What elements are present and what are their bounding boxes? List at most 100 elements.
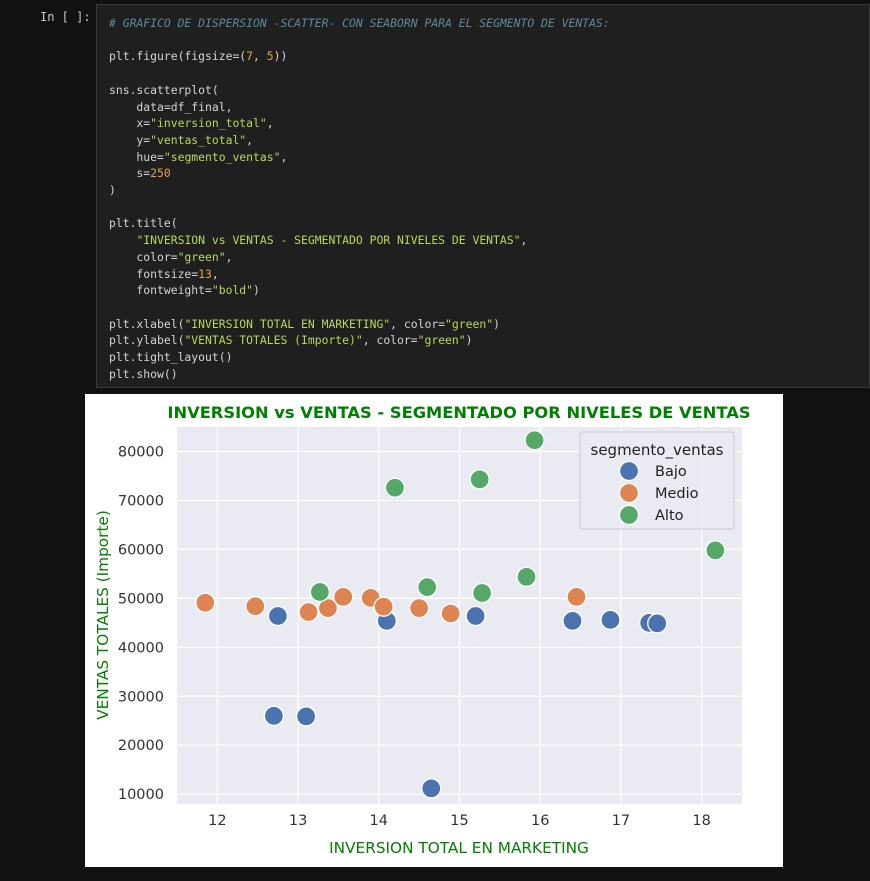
code-token: # GRAFICO DE DISPERSION -SCATTER- CON SE… xyxy=(109,16,610,30)
data-point-medio xyxy=(408,598,430,619)
data-point-bajo xyxy=(263,705,285,727)
code-token: )) xyxy=(273,49,288,64)
code-token: plt.show() xyxy=(109,366,178,381)
code-token: "segmento_ventas" xyxy=(163,149,281,164)
code-token: "ventas_total" xyxy=(150,132,247,147)
code-token: , color= xyxy=(390,316,446,331)
code-line: color="green", xyxy=(109,250,232,264)
x-tick-label: 13 xyxy=(289,813,307,829)
legend-marker-alto xyxy=(618,504,640,526)
code-line: fontsize=13, xyxy=(109,266,218,281)
cell-prompt: In [ ]: xyxy=(40,10,91,24)
data-point-medio xyxy=(245,596,266,617)
y-axis-label: VENTAS TOTALES (Importe) xyxy=(94,510,112,720)
code-line: sns.scatterplot( xyxy=(109,83,219,97)
code-token: "VENTAS TOTALES (Importe)" xyxy=(184,333,363,348)
data-point-alto xyxy=(309,581,331,603)
code-token: "green" xyxy=(445,316,494,331)
code-token: hue= xyxy=(109,149,164,164)
data-point-medio xyxy=(195,592,216,613)
code-token: data=df_final, xyxy=(109,99,233,114)
code-token: ) xyxy=(253,283,260,298)
code-token: x= xyxy=(109,116,151,131)
code-line: fontweight="bold") xyxy=(109,283,260,298)
legend-label-bajo: Bajo xyxy=(655,464,687,480)
y-tick-label: 50000 xyxy=(118,591,164,607)
code-token: fontweight= xyxy=(109,283,212,298)
data-point-medio xyxy=(373,596,394,617)
code-line: "INVERSION vs VENTAS - SEGMENTADO POR NI… xyxy=(109,233,527,247)
y-tick-label: 80000 xyxy=(118,444,164,460)
legend-label-medio: Medio xyxy=(655,486,699,502)
code-token: fontsize= xyxy=(109,266,199,281)
data-point-medio xyxy=(566,586,587,608)
data-point-alto xyxy=(471,582,493,604)
cell-output: 12 13 14 15 16 17 18 10000 20000 30000 40000 50000… xyxy=(85,394,783,867)
y-tick-label: 20000 xyxy=(118,738,164,754)
code-line: plt.figure(figsize=(7, 5)) xyxy=(109,49,287,63)
data-point-bajo xyxy=(295,706,317,727)
data-point-alto xyxy=(524,430,545,451)
code-token: ) xyxy=(109,183,116,198)
code-token: 5 xyxy=(266,49,274,64)
y-tick-label: 10000 xyxy=(118,787,164,803)
data-point-medio xyxy=(333,586,354,608)
code-token: plt.tight_layout() xyxy=(109,350,233,365)
data-point-alto xyxy=(384,477,406,498)
x-tick-label: 12 xyxy=(208,813,226,829)
x-tick-label: 15 xyxy=(450,813,468,829)
code-token: , xyxy=(246,132,254,147)
x-tick-label: 17 xyxy=(612,813,630,829)
code-token: "green" xyxy=(417,333,466,348)
y-tick-label: 30000 xyxy=(118,689,164,705)
code-token: , xyxy=(520,233,528,248)
code-line: plt.ylabel("VENTAS TOTALES (Importe)", c… xyxy=(109,333,473,347)
data-point-alto xyxy=(516,566,537,587)
code-token: "bold" xyxy=(211,283,254,298)
code-token: plt.figure(figsize=( xyxy=(109,49,247,64)
code-line: x="inversion_total", xyxy=(109,116,274,131)
code-line: s=250 xyxy=(109,166,171,181)
data-point-medio xyxy=(298,601,319,623)
code-line: ) xyxy=(109,183,116,197)
scatter-chart: 12 13 14 15 16 17 18 10000 20000 30000 40000 50000… xyxy=(94,403,751,857)
x-tick-label: 18 xyxy=(692,813,710,829)
legend-label-alto: Alto xyxy=(655,508,684,524)
data-point-medio xyxy=(440,603,461,624)
y-tick-labels: 10000 20000 30000 40000 50000 60000 70000 80000 xyxy=(118,444,164,803)
code-line: plt.title( xyxy=(109,216,178,230)
x-tick-labels: 12 13 14 15 16 17 18 xyxy=(208,813,711,829)
data-point-bajo xyxy=(562,610,583,632)
code-cell[interactable]: # GRAFICO DE DISPERSION -SCATTER- CON SE… xyxy=(96,4,870,388)
legend-title: segmento_ventas xyxy=(591,441,724,460)
data-point-bajo xyxy=(647,613,668,634)
data-point-alto xyxy=(469,469,490,490)
code-token: 250 xyxy=(150,166,171,181)
code-token: ) xyxy=(493,316,500,331)
y-tick-label: 40000 xyxy=(118,640,164,656)
code-token: plt.ylabel( xyxy=(109,333,185,348)
code-token: , xyxy=(225,249,233,264)
code-token: 13 xyxy=(198,266,212,281)
chart-title: INVERSION vs VENTAS - SEGMENTADO POR NIV… xyxy=(167,403,750,422)
code-token: "INVERSION vs VENTAS - SEGMENTADO POR NI… xyxy=(136,233,521,248)
code-line: plt.show() xyxy=(109,367,178,381)
code-line: plt.tight_layout() xyxy=(109,350,232,364)
code-token: , xyxy=(266,116,274,131)
code-editor[interactable]: # GRAFICO DE DISPERSION -SCATTER- CON SE… xyxy=(109,15,610,382)
code-token: y= xyxy=(109,132,151,147)
y-tick-label: 70000 xyxy=(118,493,164,509)
legend-marker-medio xyxy=(618,482,640,504)
code-token: s= xyxy=(109,166,151,181)
code-token: plt.title( xyxy=(109,216,178,231)
code-token: , color= xyxy=(362,333,418,348)
code-line: hue="segmento_ventas", xyxy=(109,150,287,164)
code-token: "INVERSION TOTAL EN MARKETING" xyxy=(184,316,391,331)
data-point-bajo xyxy=(465,605,486,627)
code-token: "green" xyxy=(177,249,226,264)
data-point-bajo xyxy=(267,605,289,627)
code-line: data=df_final, xyxy=(109,100,232,114)
code-token: 7 xyxy=(246,49,254,64)
data-point-alto xyxy=(417,576,438,598)
